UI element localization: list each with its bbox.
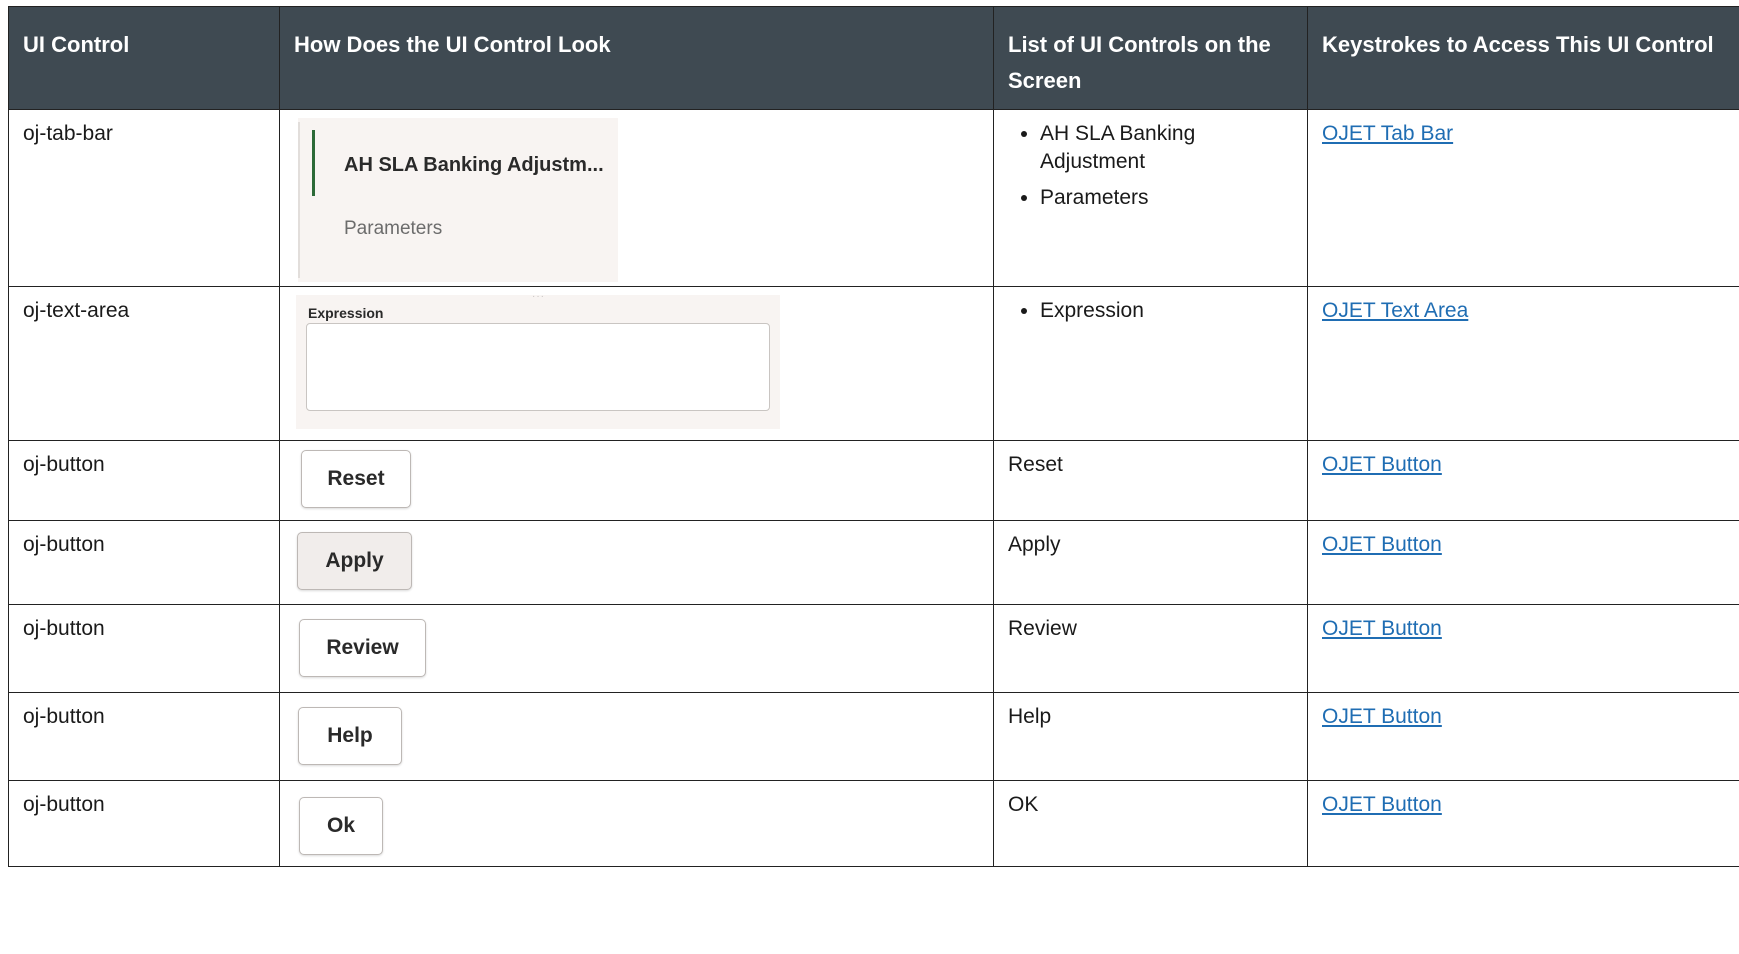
- list-item: Expression: [1040, 297, 1293, 325]
- ojet-button-link[interactable]: OJET Button: [1322, 453, 1442, 476]
- table-row: oj-text-area ··· Expression Expression O…: [8, 286, 1739, 441]
- apply-button-image: Apply: [297, 532, 412, 590]
- controls-list: AH SLA Banking Adjustment Parameters: [1008, 120, 1293, 212]
- control-look-cell: AH SLA Banking Adjustm... Parameters: [279, 109, 994, 287]
- review-button-image: Review: [299, 619, 426, 677]
- table-row: oj-button Reset Reset OJET Button: [8, 440, 1739, 521]
- text-area-label: Expression: [308, 305, 384, 321]
- keystrokes-cell: OJET Button: [1307, 440, 1739, 521]
- text-area-image: ··· Expression: [296, 291, 780, 429]
- list-item: Parameters: [1040, 184, 1293, 212]
- control-look-cell: Apply: [279, 520, 994, 605]
- control-name: oj-text-area: [8, 286, 280, 441]
- control-look-cell: Help: [279, 692, 994, 781]
- ojet-button-link[interactable]: OJET Button: [1322, 533, 1442, 556]
- control-look-cell: Review: [279, 604, 994, 693]
- ok-button-image: Ok: [299, 797, 383, 855]
- header-ui-control: UI Control: [8, 6, 280, 110]
- resize-grip-icon: ···: [532, 291, 545, 302]
- reset-button-image: Reset: [301, 450, 411, 508]
- control-name: oj-button: [8, 440, 280, 521]
- list-item: AH SLA Banking Adjustment: [1040, 120, 1293, 176]
- keystrokes-cell: OJET Button: [1307, 520, 1739, 605]
- control-name: oj-button: [8, 520, 280, 605]
- table-row: oj-button Help Help OJET Button: [8, 692, 1739, 781]
- control-list-text: Apply: [993, 520, 1308, 605]
- header-keystrokes: Keystrokes to Access This UI Control: [1307, 6, 1739, 110]
- keystrokes-cell: OJET Button: [1307, 692, 1739, 781]
- active-tab-indicator: [312, 130, 315, 196]
- control-name: oj-button: [8, 780, 280, 867]
- tab-item: Parameters: [344, 218, 443, 239]
- table-row: oj-button Ok OK OJET Button: [8, 780, 1739, 867]
- controls-list-cell: AH SLA Banking Adjustment Parameters: [993, 109, 1308, 287]
- keystrokes-cell: OJET Text Area: [1307, 286, 1739, 441]
- tab-bar-image: AH SLA Banking Adjustm... Parameters: [298, 118, 618, 282]
- control-list-text: Reset: [993, 440, 1308, 521]
- text-area-box: [306, 323, 770, 411]
- control-name: oj-button: [8, 692, 280, 781]
- ojet-button-link[interactable]: OJET Button: [1322, 705, 1442, 728]
- header-how-look: How Does the UI Control Look: [279, 6, 994, 110]
- ui-controls-table: UI Control How Does the UI Control Look …: [8, 6, 1739, 867]
- controls-list: Expression: [1008, 297, 1293, 325]
- table-row: oj-button Apply Apply OJET Button: [8, 520, 1739, 605]
- header-list-controls: List of UI Controls on the Screen: [993, 6, 1308, 110]
- control-list-text: OK: [993, 780, 1308, 867]
- tab-bar-edge: [298, 122, 300, 278]
- controls-list-cell: Expression: [993, 286, 1308, 441]
- ojet-text-area-link[interactable]: OJET Text Area: [1322, 299, 1468, 322]
- keystrokes-cell: OJET Button: [1307, 780, 1739, 867]
- ojet-button-link[interactable]: OJET Button: [1322, 617, 1442, 640]
- help-button-image: Help: [298, 707, 402, 765]
- ojet-button-link[interactable]: OJET Button: [1322, 793, 1442, 816]
- table-row: oj-button Review Review OJET Button: [8, 604, 1739, 693]
- ojet-tab-bar-link[interactable]: OJET Tab Bar: [1322, 122, 1453, 145]
- control-name: oj-button: [8, 604, 280, 693]
- control-look-cell: ··· Expression: [279, 286, 994, 441]
- keystrokes-cell: OJET Button: [1307, 604, 1739, 693]
- control-list-text: Help: [993, 692, 1308, 781]
- control-name: oj-tab-bar: [8, 109, 280, 287]
- header-row: UI Control How Does the UI Control Look …: [8, 6, 1739, 110]
- tab-item: AH SLA Banking Adjustm...: [344, 154, 604, 176]
- control-look-cell: Reset: [279, 440, 994, 521]
- keystrokes-cell: OJET Tab Bar: [1307, 109, 1739, 287]
- table-row: oj-tab-bar AH SLA Banking Adjustm... Par…: [8, 109, 1739, 287]
- control-look-cell: Ok: [279, 780, 994, 867]
- control-list-text: Review: [993, 604, 1308, 693]
